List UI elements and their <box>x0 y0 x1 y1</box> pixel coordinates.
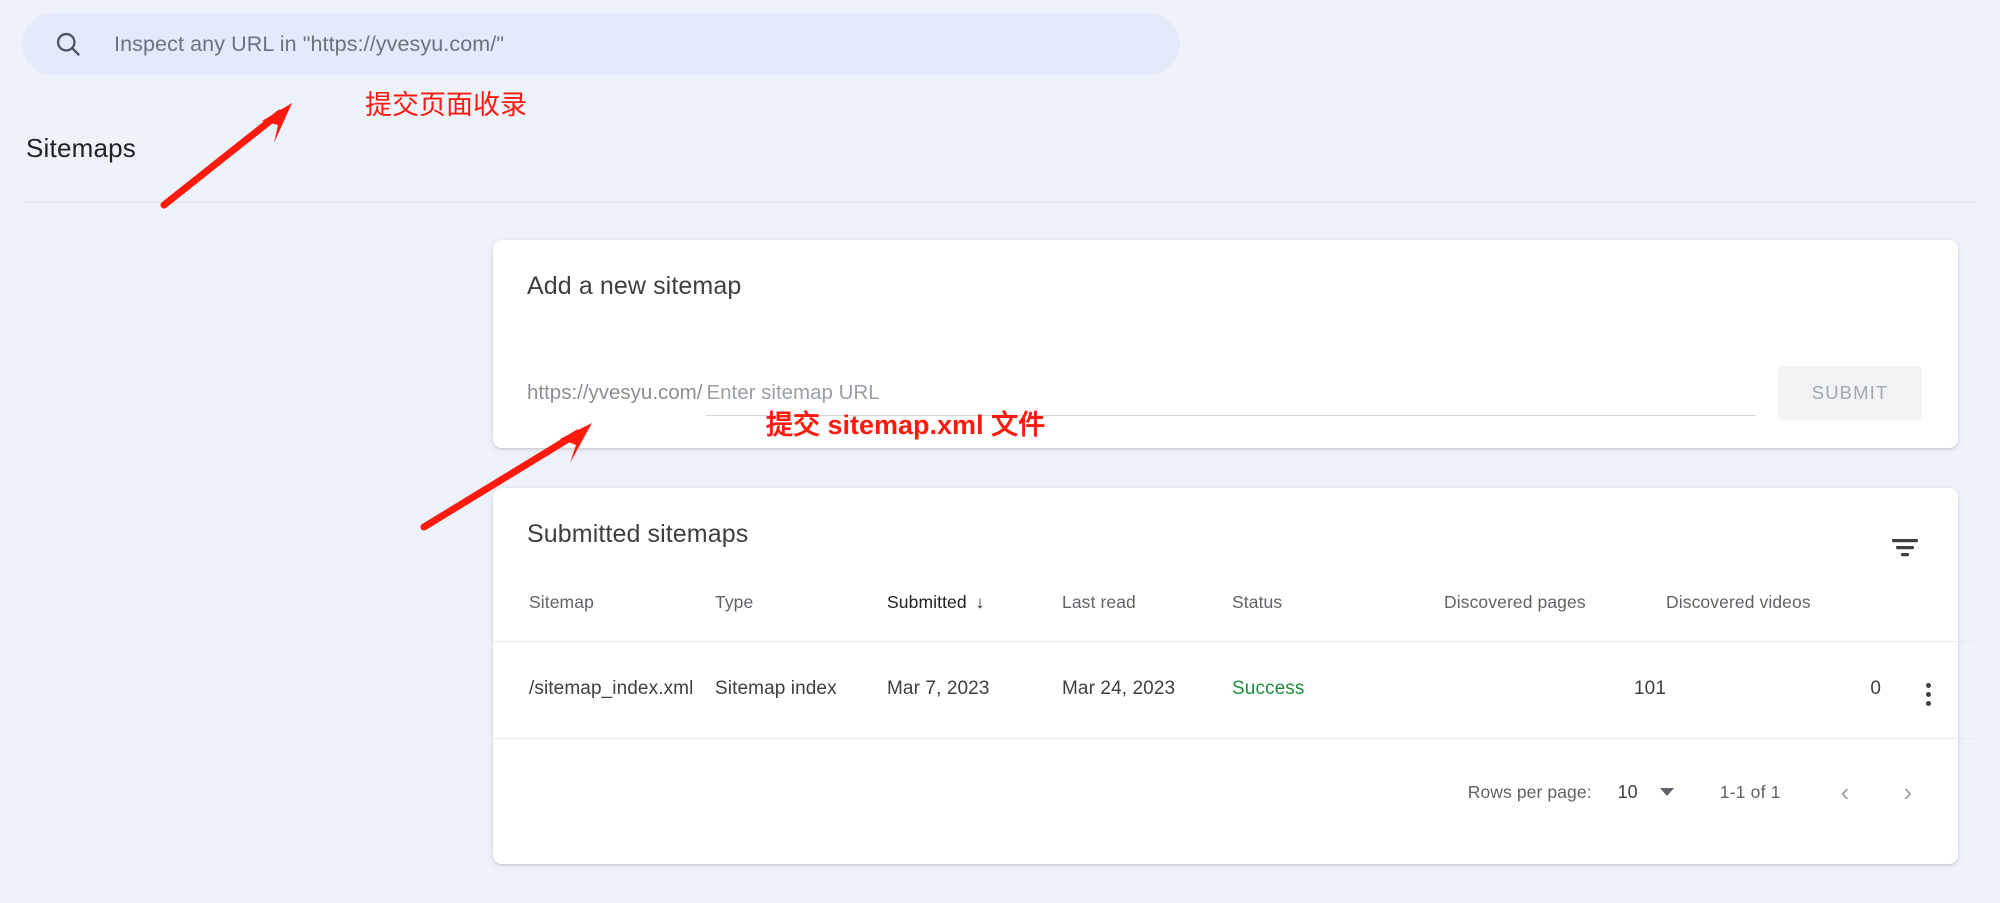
submitted-sitemaps-heading: Submitted sitemaps <box>527 520 749 548</box>
more-dot <box>1926 683 1931 688</box>
column-header-submitted[interactable]: Submitted ↓ <box>887 592 1062 642</box>
search-input[interactable] <box>112 30 1016 58</box>
sitemaps-table: Sitemap Type Submitted ↓ Last read Status… <box>493 592 1976 739</box>
cell-last-read: Mar 24, 2023 <box>1062 641 1232 739</box>
more-dot <box>1926 692 1931 697</box>
rows-per-page-label: Rows per page: <box>1467 781 1592 802</box>
cell-sitemap[interactable]: /sitemap_index.xml <box>493 641 715 739</box>
add-sitemap-form: https://yvesyu.com/ SUBMIT <box>527 366 1922 428</box>
filter-icon <box>1892 539 1918 557</box>
more-dot <box>1926 701 1931 706</box>
cell-status: Success <box>1232 641 1444 739</box>
column-header-actions <box>1881 592 1976 642</box>
column-header-sitemap[interactable]: Sitemap <box>493 592 715 642</box>
next-page-button[interactable]: › <box>1891 779 1924 805</box>
annotation-arrow-1 <box>160 103 292 209</box>
sitemap-url-prefix: https://yvesyu.com/ <box>527 381 703 404</box>
previous-page-button[interactable]: ‹ <box>1829 779 1862 805</box>
annotation-text-submit-page-indexing: 提交页面收录 <box>365 90 527 120</box>
column-header-discovered-pages[interactable]: Discovered pages <box>1444 592 1666 642</box>
cell-actions <box>1881 641 1976 739</box>
submitted-sitemaps-card: Submitted sitemaps Sitemap Type Submitte… <box>493 488 1976 864</box>
submit-button[interactable]: SUBMIT <box>1778 366 1922 420</box>
table-row[interactable]: /sitemap_index.xml Sitemap index Mar 7, … <box>493 641 1976 739</box>
column-header-type[interactable]: Type <box>715 592 887 642</box>
search-icon <box>56 32 80 56</box>
column-header-submitted-label: Submitted <box>887 592 967 612</box>
more-vert-icon[interactable] <box>1926 683 1931 706</box>
table-pagination: Rows per page: 10 1-1 of 1 ‹ › <box>493 761 1958 823</box>
title-divider <box>22 202 1978 203</box>
add-sitemap-card: Add a new sitemap https://yvesyu.com/ SU… <box>493 240 1958 448</box>
status-badge: Success <box>1232 678 1305 699</box>
url-inspection-search-bar[interactable] <box>22 13 1180 75</box>
column-header-status[interactable]: Status <box>1232 592 1444 642</box>
page-title: Sitemaps <box>26 133 136 163</box>
add-sitemap-heading: Add a new sitemap <box>527 272 742 300</box>
sort-descending-icon: ↓ <box>975 593 985 612</box>
cell-type: Sitemap index <box>715 641 887 739</box>
chevron-down-icon <box>1659 788 1674 796</box>
sitemap-url-field-wrap <box>706 370 1756 416</box>
rows-per-page-value: 10 <box>1617 781 1638 802</box>
cell-submitted: Mar 7, 2023 <box>887 641 1062 739</box>
pagination-range: 1-1 of 1 <box>1719 781 1781 802</box>
cell-discovered-pages: 101 <box>1444 641 1666 739</box>
rows-per-page-select[interactable]: 10 <box>1618 782 1674 803</box>
cell-discovered-videos: 0 <box>1666 641 1881 739</box>
column-header-discovered-videos[interactable]: Discovered videos <box>1666 592 1881 642</box>
column-header-last-read[interactable]: Last read <box>1062 592 1232 642</box>
filter-button[interactable] <box>1884 526 1926 568</box>
table-header-row: Sitemap Type Submitted ↓ Last read Status… <box>493 592 1976 642</box>
sitemap-url-input[interactable] <box>706 370 1756 416</box>
